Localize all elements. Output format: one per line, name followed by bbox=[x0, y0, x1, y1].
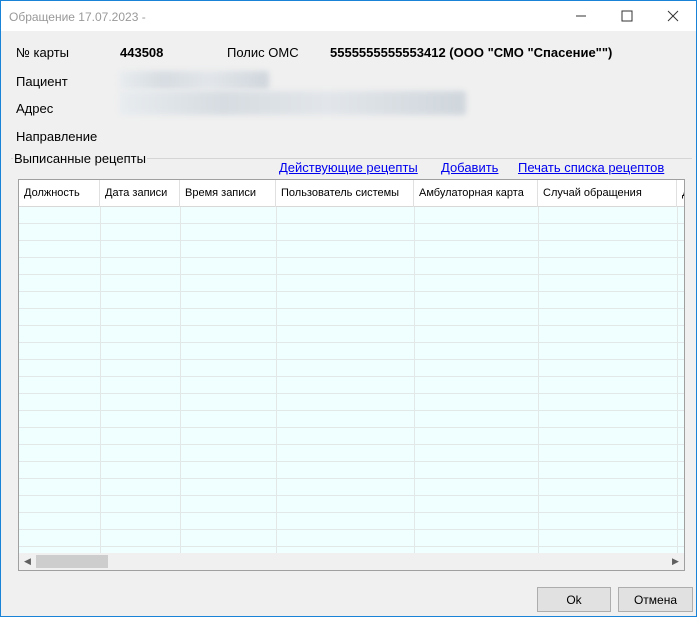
column-header-outpatient-card[interactable]: Амбулаторная карта bbox=[414, 180, 538, 207]
policy-label: Полис ОМС bbox=[227, 45, 299, 60]
ok-button[interactable]: Ok bbox=[537, 587, 611, 612]
address-label: Адрес bbox=[16, 101, 54, 116]
referral-label: Направление bbox=[16, 129, 98, 144]
card-number-label: № карты bbox=[16, 45, 70, 60]
table-body[interactable] bbox=[19, 207, 684, 553]
patient-value-redacted bbox=[119, 71, 269, 89]
column-divider bbox=[276, 207, 277, 553]
patient-label: Пациент bbox=[16, 74, 68, 89]
column-divider bbox=[414, 207, 415, 553]
cancel-button[interactable]: Отмена bbox=[618, 587, 693, 612]
column-divider bbox=[677, 207, 678, 553]
maximize-button[interactable] bbox=[604, 1, 650, 31]
column-header-visit-case[interactable]: Случай обращения bbox=[538, 180, 677, 207]
column-divider bbox=[180, 207, 181, 553]
minimize-icon bbox=[576, 15, 586, 17]
close-button[interactable] bbox=[650, 1, 696, 31]
scroll-right-icon[interactable]: ▶ bbox=[667, 553, 684, 570]
add-prescription-link[interactable]: Добавить bbox=[441, 160, 498, 175]
horizontal-scrollbar[interactable]: ◀ ▶ bbox=[19, 553, 684, 570]
minimize-button[interactable] bbox=[558, 1, 604, 31]
table-header: Должность Дата записи Время записи Польз… bbox=[19, 180, 684, 207]
policy-value: 5555555555553412 (ООО "СМО "Спасение"") bbox=[330, 45, 613, 60]
column-header-position[interactable]: Должность bbox=[19, 180, 100, 207]
scroll-left-icon[interactable]: ◀ bbox=[19, 553, 36, 570]
maximize-icon bbox=[621, 10, 633, 22]
column-header-record-date[interactable]: Дата записи bbox=[100, 180, 180, 207]
column-header-truncated[interactable]: Д bbox=[677, 180, 684, 207]
dialog-window: Обращение 17.07.2023 - № карты 443508 По… bbox=[0, 0, 697, 617]
card-number-value: 443508 bbox=[120, 45, 164, 60]
prescriptions-table[interactable]: Должность Дата записи Время записи Польз… bbox=[18, 179, 685, 571]
active-prescriptions-link[interactable]: Действующие рецепты bbox=[279, 160, 418, 175]
window-title: Обращение 17.07.2023 - bbox=[9, 10, 146, 24]
column-header-system-user[interactable]: Пользователь системы bbox=[276, 180, 414, 207]
address-value-redacted bbox=[119, 91, 466, 115]
column-divider bbox=[100, 207, 101, 553]
column-header-record-time[interactable]: Время записи bbox=[180, 180, 276, 207]
scrollbar-thumb[interactable] bbox=[36, 555, 108, 568]
column-divider bbox=[538, 207, 539, 553]
close-icon bbox=[667, 10, 679, 22]
title-bar[interactable]: Обращение 17.07.2023 - bbox=[1, 1, 696, 31]
print-prescriptions-link[interactable]: Печать списка рецептов bbox=[518, 160, 664, 175]
prescriptions-group-title: Выписанные рецепты bbox=[13, 151, 147, 166]
